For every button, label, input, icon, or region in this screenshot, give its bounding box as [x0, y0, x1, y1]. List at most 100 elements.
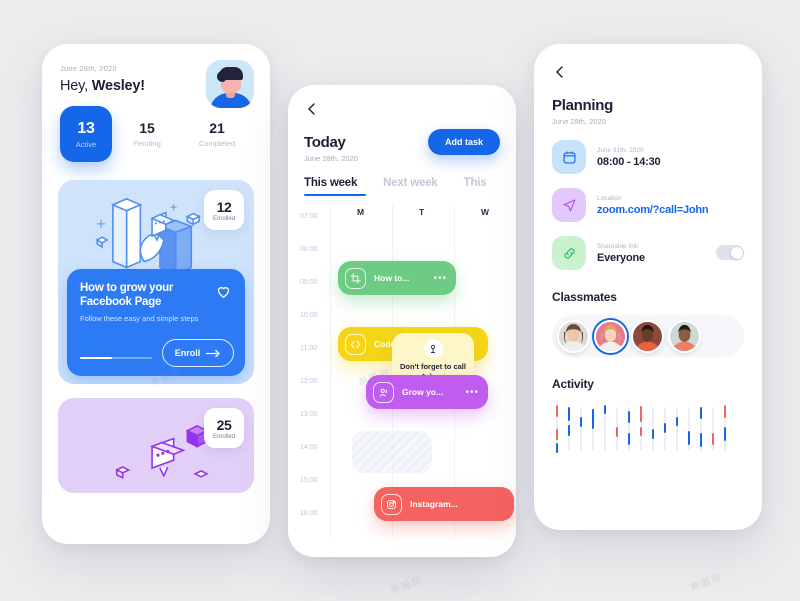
stat-active[interactable]: 13 Active [60, 106, 112, 162]
day-header-w: W [481, 207, 490, 217]
event-label: Grow yo... [402, 387, 444, 397]
detail-value: Everyone [597, 251, 645, 264]
course-progress-fill [80, 356, 113, 359]
tab-next-week[interactable]: Next week [383, 177, 438, 189]
activity-track [676, 407, 679, 451]
activity-segment [639, 427, 643, 436]
enrolled-count: 12 [216, 198, 232, 215]
event-placeholder[interactable] [352, 431, 432, 473]
tab-this-week[interactable]: This week [304, 177, 357, 189]
calendar-icon [552, 140, 586, 174]
activity-segment [639, 406, 643, 422]
activity-segment [675, 417, 679, 426]
avatar[interactable] [206, 60, 254, 108]
greeting-name: Wesley! [91, 78, 145, 94]
detail-label: Shareable link [597, 242, 639, 250]
activity-segment [699, 433, 703, 447]
event-chip-how-to[interactable]: How to... ••• [338, 261, 456, 295]
activity-segment [591, 409, 595, 429]
week-tabs: This week Next week This [304, 163, 500, 196]
classmates-list [552, 315, 744, 357]
stat-active-value: 13 [77, 119, 95, 137]
stat-pending[interactable]: 15 Pending [112, 120, 182, 148]
stat-active-label: Active [75, 139, 97, 149]
stat-pending-label: Pending [133, 139, 161, 148]
activity-segment [711, 433, 715, 445]
course-title: How to grow your Facebook Page [80, 282, 174, 308]
activity-segment [603, 405, 607, 414]
tab-underline [304, 193, 366, 196]
course-card-facebook[interactable]: 12 Enrolled How to grow your Facebook Pa… [58, 180, 254, 384]
classmate-avatar-4[interactable] [668, 319, 701, 353]
classmate-portrait [670, 321, 699, 351]
activity-title: Activity [552, 377, 594, 391]
activity-segment [651, 429, 655, 439]
arrow-right-icon [206, 349, 221, 357]
link-icon [552, 236, 586, 270]
detail-row-datetime[interactable]: June 31th, 2020 08:00 - 14:30 [552, 140, 744, 174]
enroll-button[interactable]: Enroll [162, 339, 234, 367]
planning-body: Planning June 28th, 2020 June 31th, 2020… [534, 44, 762, 455]
toggle-knob [730, 246, 743, 259]
activity-segment [555, 443, 559, 453]
course-subtitle: Follow these easy and simple steps [80, 314, 199, 323]
activity-segment [627, 411, 631, 423]
stat-completed-label: Completed [198, 139, 236, 148]
time-label: 15:00 [300, 477, 318, 484]
enrolled-badge-purple: 25 Enrolled [204, 408, 244, 448]
calendar[interactable]: 07:00 08:00 09:00 10:00 11:00 12:00 13:0… [288, 205, 516, 537]
event-label: How to... [374, 273, 410, 283]
event-menu-icon[interactable]: ••• [433, 273, 447, 284]
detail-label: Location [597, 194, 622, 202]
activity-segment [555, 429, 559, 440]
event-label: Instagram... [410, 499, 458, 509]
activity-track [580, 407, 583, 451]
enrolled-badge: 12 Enrolled [204, 190, 244, 230]
grid-line [330, 205, 331, 537]
time-label: 13:00 [300, 411, 318, 418]
detail-row-location[interactable]: Location zoom.com/?call=John [552, 188, 744, 222]
back-icon[interactable] [304, 101, 320, 117]
course-progress [80, 356, 152, 359]
activity-chart [552, 403, 744, 455]
tab-third[interactable]: This [464, 177, 487, 189]
back-icon[interactable] [552, 64, 568, 80]
detail-value-link[interactable]: zoom.com/?call=John [597, 204, 709, 216]
classmate-avatar-1[interactable] [557, 319, 590, 353]
time-label: 14:00 [300, 444, 318, 451]
detail-row-share[interactable]: Shareable link Everyone [552, 236, 744, 270]
today-date: June 28th, 2020 [304, 154, 358, 163]
today-header: Today June 28th, 2020 Add task This week… [288, 85, 516, 196]
detail-texts: Shareable link Everyone [597, 243, 645, 264]
detail-texts: June 31th, 2020 08:00 - 14:30 [597, 147, 661, 168]
classmates-title: Classmates [552, 290, 617, 304]
code-icon [345, 333, 366, 355]
day-header-t: T [419, 207, 425, 217]
heart-icon[interactable] [215, 283, 232, 300]
enrolled-label: Enrolled [212, 215, 235, 222]
share-toggle[interactable] [716, 245, 744, 260]
canvas: June 28th, 2020 Hey, Wesley! 13 Active 1… [0, 0, 800, 601]
event-menu-icon[interactable]: ••• [465, 387, 479, 398]
activity-segment [579, 417, 583, 427]
course-card-second[interactable]: 25 Enrolled [58, 398, 254, 493]
activity-segment [663, 423, 667, 433]
send-icon [552, 188, 586, 222]
calendar-time-axis: 07:00 08:00 09:00 10:00 11:00 12:00 13:0… [288, 205, 330, 537]
people-icon [373, 381, 394, 403]
greeting-prefix: Hey, [60, 78, 92, 94]
detail-texts: Location zoom.com/?call=John [597, 194, 709, 216]
stat-completed[interactable]: 21 Completed [182, 120, 252, 148]
activity-segment [627, 433, 631, 445]
day-header-m: M [357, 207, 365, 217]
classmate-avatar-3[interactable] [631, 319, 664, 353]
phone-screen-home: June 28th, 2020 Hey, Wesley! 13 Active 1… [42, 44, 270, 544]
enrolled-count-purple: 25 [216, 416, 232, 433]
event-chip-instagram[interactable]: Instagram... [374, 487, 514, 521]
classmate-avatar-2[interactable] [594, 319, 627, 353]
activity-segment [567, 425, 571, 436]
event-chip-grow[interactable]: Grow yo... ••• [366, 375, 488, 409]
time-label: 16:00 [300, 510, 318, 517]
add-task-button[interactable]: Add task [428, 129, 500, 155]
planning-date: June 28th, 2020 [552, 117, 606, 126]
